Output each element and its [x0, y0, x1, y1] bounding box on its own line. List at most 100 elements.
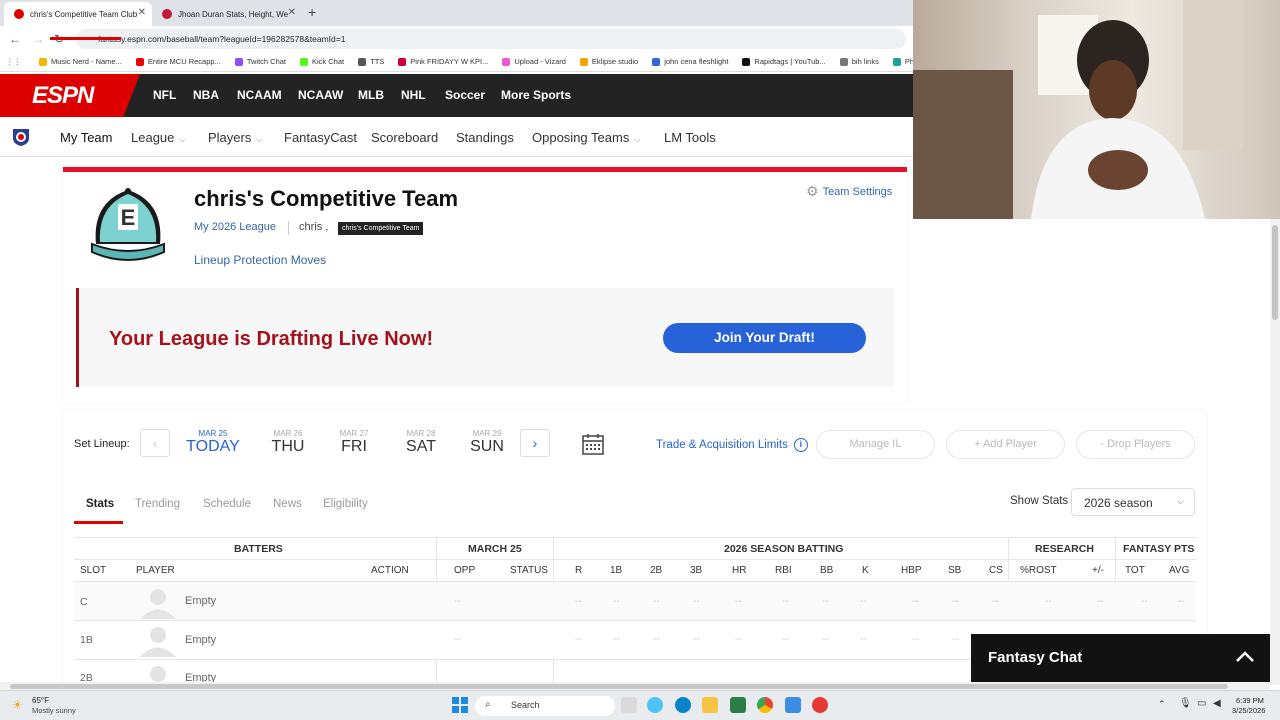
col-hr[interactable]: HR [732, 565, 746, 576]
back-icon[interactable]: ← [9, 32, 21, 46]
volume-icon[interactable]: ◀ [1213, 698, 1221, 709]
bookmark[interactable]: bih links [839, 57, 879, 66]
horizontal-scroll-thumb[interactable] [10, 684, 1228, 689]
bookmark[interactable]: Kick Chat [300, 57, 344, 66]
subnav-standings[interactable]: Standings [456, 130, 514, 145]
subnav-lm-tools[interactable]: LM Tools [664, 130, 716, 145]
day-fri[interactable]: MAR 27 FRI [324, 429, 384, 456]
edge-icon[interactable] [675, 697, 691, 713]
col-rost[interactable]: %ROST [1020, 565, 1057, 576]
drop-players-button[interactable]: - Drop Players [1076, 430, 1195, 459]
taskbar-search[interactable]: ⌕ Search [475, 696, 615, 716]
day-sat[interactable]: MAR 28 SAT [391, 429, 451, 456]
col-k[interactable]: K [862, 565, 869, 576]
subnav-my-team[interactable]: My Team [60, 130, 113, 145]
manage-il-button[interactable]: Manage IL [816, 430, 935, 459]
tab-eligibility[interactable]: Eligibility [323, 498, 368, 510]
col-plus-minus[interactable]: +/- [1092, 565, 1104, 576]
col-2b[interactable]: 2B [650, 565, 662, 576]
team-settings-link[interactable]: ⚙ Team Settings [806, 183, 892, 200]
bookmark[interactable]: Pink FRIDAYY W KPI... [398, 57, 488, 66]
nav-ncaaw[interactable]: NCAAW [298, 88, 343, 102]
bookmark[interactable]: Upload - Vizard [502, 57, 566, 66]
chrome-icon[interactable] [757, 697, 773, 713]
tab-trending[interactable]: Trending [135, 498, 180, 510]
forward-icon[interactable]: → [32, 32, 44, 46]
nav-mlb[interactable]: MLB [358, 88, 384, 102]
bookmark[interactable]: Twitch Chat [234, 57, 286, 66]
subnav-scoreboard[interactable]: Scoreboard [371, 130, 438, 145]
col-1b[interactable]: 1B [610, 565, 622, 576]
add-player-button[interactable]: + Add Player [946, 430, 1065, 459]
nav-soccer[interactable]: Soccer [445, 88, 485, 102]
col-avg[interactable]: AVG [1169, 565, 1189, 576]
day-thu[interactable]: MAR 26 THU [258, 429, 318, 456]
bookmark[interactable]: Music Nerd - Name... [39, 57, 122, 66]
col-rbi[interactable]: RBI [775, 565, 792, 576]
tab-stats[interactable]: Stats [86, 498, 114, 510]
nav-nhl[interactable]: NHL [401, 88, 426, 102]
subnav-league[interactable]: League ⌵ [131, 130, 185, 145]
col-opp[interactable]: OPP [454, 565, 475, 576]
copilot-icon[interactable] [647, 697, 663, 713]
store-icon[interactable] [730, 697, 746, 713]
clock-date[interactable]: 3/25/2026 [1232, 706, 1265, 715]
nav-nfl[interactable]: NFL [153, 88, 176, 102]
new-tab-icon[interactable]: + [308, 4, 316, 20]
row-player[interactable]: Empty [185, 634, 216, 646]
next-day-button[interactable]: › [520, 429, 550, 457]
lineup-protection-link[interactable]: Lineup Protection Moves [194, 253, 326, 267]
prev-day-button[interactable]: ‹ [140, 429, 170, 457]
league-link[interactable]: My 2026 League [194, 221, 276, 233]
info-icon[interactable]: i [793, 438, 808, 452]
col-status[interactable]: STATUS [510, 565, 548, 576]
vertical-scroll-thumb[interactable] [1272, 225, 1278, 320]
col-sb[interactable]: SB [948, 565, 961, 576]
tab-schedule[interactable]: Schedule [203, 498, 251, 510]
bookmark[interactable]: Rapidtags | YouTub... [742, 57, 826, 66]
chevron-up-icon[interactable] [1234, 646, 1256, 668]
col-bb[interactable]: BB [820, 565, 833, 576]
col-hbp[interactable]: HBP [901, 565, 922, 576]
nav-nba[interactable]: NBA [193, 88, 219, 102]
col-r[interactable]: R [575, 565, 582, 576]
fantasy-baseball-logo-icon[interactable] [10, 126, 32, 148]
notepad-icon[interactable] [785, 697, 801, 713]
col-3b[interactable]: 3B [690, 565, 702, 576]
browser-tab-active[interactable]: chris's Competitive Team Club ✕ [4, 2, 152, 26]
trade-limits-link[interactable]: Trade & Acquisition Limits i [656, 438, 808, 452]
season-select[interactable]: 2026 season ⌵ [1071, 488, 1195, 516]
subnav-opposing-teams[interactable]: Opposing Teams ⌵ [532, 130, 640, 145]
subnav-players[interactable]: Players ⌵ [208, 130, 262, 145]
nav-more-sports[interactable]: More Sports [501, 88, 571, 102]
bookmark[interactable]: john cena fleshlight [652, 57, 728, 66]
col-cs[interactable]: CS [989, 565, 1003, 576]
row-player[interactable]: Empty [185, 595, 216, 607]
day-sun[interactable]: MAR 29 SUN [457, 429, 517, 456]
chevron-up-icon[interactable]: ⌃ [1158, 699, 1166, 710]
app-icon[interactable] [812, 697, 828, 713]
bookmark[interactable]: TTS [358, 57, 384, 66]
espn-logo[interactable]: ESPN [0, 74, 140, 117]
col-tot[interactable]: TOT [1125, 565, 1145, 576]
url-field[interactable]: fantasy.espn.com/baseball/team?leagueId=… [76, 29, 906, 49]
microphone-icon[interactable]: 🎙 [1179, 698, 1192, 709]
tab-news[interactable]: News [273, 498, 302, 510]
bookmark[interactable]: Entire MCU Recapp... [135, 57, 221, 66]
task-view-icon[interactable] [621, 697, 637, 713]
close-tab-icon[interactable]: ✕ [288, 7, 296, 18]
subnav-fantasycast[interactable]: FantasyCast [284, 130, 357, 145]
weather-temp[interactable]: 65°F [32, 696, 49, 705]
file-explorer-icon[interactable] [702, 697, 718, 713]
nav-ncaam[interactable]: NCAAM [237, 88, 282, 102]
close-tab-icon[interactable]: ✕ [138, 7, 146, 18]
browser-tab[interactable]: Jhoan Duran Stats, Height, We ✕ [152, 2, 302, 26]
calendar-icon[interactable] [581, 432, 605, 456]
clock-time[interactable]: 6:39 PM [1236, 696, 1264, 705]
weather-sun-icon[interactable]: ☀ [12, 698, 23, 712]
bookmark[interactable]: Eklipse studio [579, 57, 638, 66]
apps-icon[interactable]: ⋮⋮ [6, 57, 21, 66]
day-today[interactable]: MAR 25 TODAY [183, 429, 243, 456]
network-icon[interactable]: ▭ [1197, 698, 1206, 709]
weather-condition[interactable]: Mostly sunny [32, 706, 76, 715]
